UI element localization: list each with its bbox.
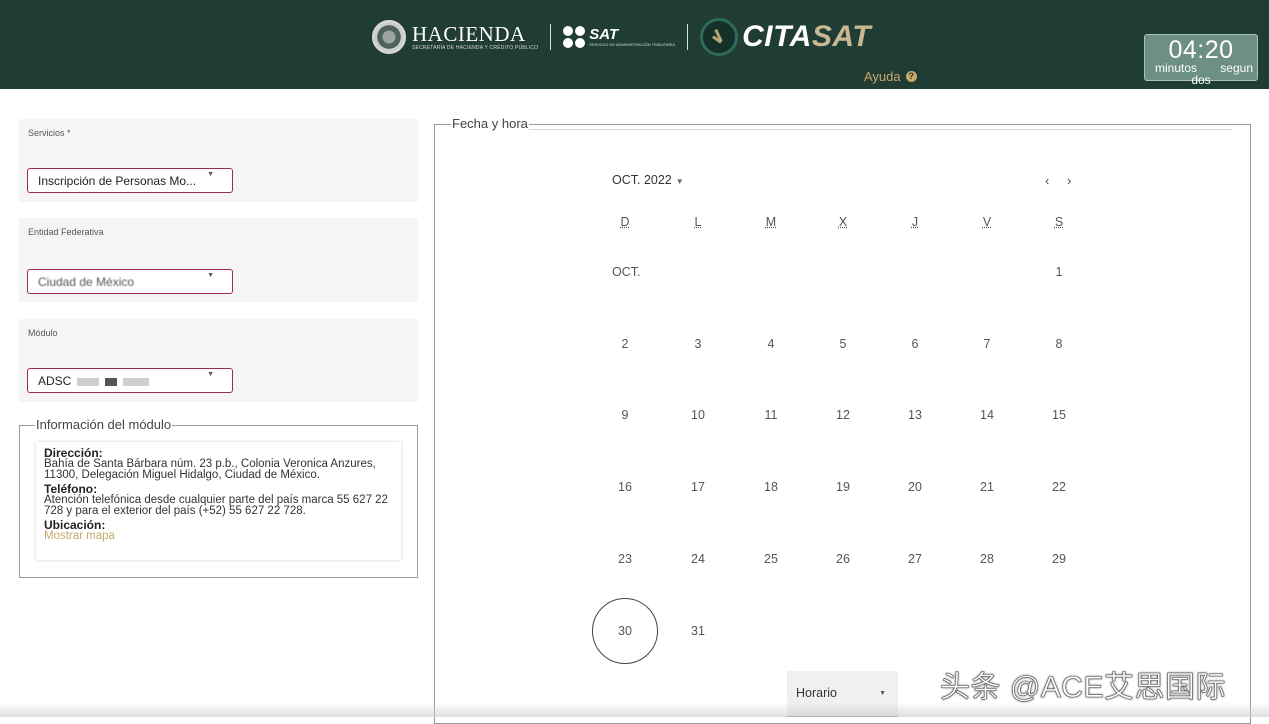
sat-logo: SAT SERVICIO DE ADMINISTRACIÓN TRIBUTARI… [589, 27, 675, 47]
calendar-day[interactable]: 26 [823, 552, 863, 566]
calendar-day[interactable]: 28 [967, 552, 1007, 566]
divider [452, 129, 1232, 130]
modulo-select[interactable]: ADSC ▼ [27, 368, 233, 393]
weekday-label: X [838, 215, 848, 229]
watermark-text: 头条 @ACE艾思国际 [940, 671, 1226, 705]
calendar-day[interactable]: 19 [823, 480, 863, 494]
calendar-day[interactable]: 7 [967, 337, 1007, 351]
calendar-day[interactable]: 18 [751, 480, 791, 494]
top-header: HACIENDA SECRETARÍA DE HACIENDA Y CRÉDIT… [0, 0, 1269, 89]
calendar-day[interactable]: 1 [1039, 265, 1079, 279]
timer-seconds-label: segun [1220, 61, 1253, 75]
calendar-day[interactable]: 13 [895, 408, 935, 422]
sat-subtitle: SERVICIO DE ADMINISTRACIÓN TRIBUTARIA [589, 42, 676, 47]
mexico-seal-logo [372, 20, 406, 54]
date-time-legend: Fecha y hora [451, 116, 529, 131]
help-link[interactable]: Ayuda ? [864, 69, 917, 84]
bottom-fade [0, 702, 1269, 717]
hacienda-title: HACIENDA [412, 22, 526, 46]
calendar-day[interactable]: 4 [751, 337, 791, 351]
calendar-day[interactable]: 15 [1039, 408, 1079, 422]
servicios-label: Servicios * [28, 128, 71, 138]
date-time-box [434, 124, 1251, 724]
phone-text: Atención telefónica desde cualquier part… [44, 494, 388, 517]
calendar-day[interactable]: 10 [678, 408, 718, 422]
sat-title: SAT [589, 26, 619, 43]
entidad-select[interactable]: Ciudad de México ▼ [27, 269, 233, 294]
entidad-label: Entidad Federativa [28, 227, 104, 237]
calendar-day[interactable]: 24 [678, 552, 718, 566]
next-month-button[interactable]: › [1067, 173, 1071, 188]
clock-logo-icon [700, 18, 739, 56]
modulo-label: Módulo [28, 328, 58, 338]
caret-down-icon: ▼ [207, 371, 214, 378]
redacted-text [123, 377, 150, 386]
month-row-label: OCT. [612, 265, 641, 279]
servicios-value: Inscripción de Personas Mo... [38, 174, 197, 188]
caret-down-icon: ▼ [675, 177, 684, 186]
show-map-link[interactable]: Mostrar mapa [44, 530, 393, 542]
hacienda-subtitle: SECRETARÍA DE HACIENDA Y CRÉDITO PÚBLICO [412, 45, 539, 51]
caret-down-icon: ▼ [207, 272, 214, 279]
module-info-card: Dirección: Bahía de Santa Bárbara núm. 2… [36, 442, 401, 560]
redacted-text [76, 377, 99, 386]
timer-seconds-label-cont: dos [1191, 73, 1211, 87]
prev-month-button[interactable]: ‹ [1045, 173, 1049, 188]
weekday-label: S [1054, 215, 1064, 229]
sat-logo-icon [563, 26, 586, 48]
caret-down-icon: ▼ [207, 171, 214, 178]
month-selector[interactable]: OCT. 2022 ▼ [612, 173, 684, 187]
hacienda-logo: HACIENDA SECRETARÍA DE HACIENDA Y CRÉDIT… [412, 23, 538, 51]
app-title-part1: CITA [742, 20, 812, 53]
calendar-day[interactable]: 11 [751, 408, 791, 422]
weekday-label: D [620, 215, 630, 229]
calendar-day[interactable]: 12 [823, 408, 863, 422]
calendar-day[interactable]: 25 [751, 552, 791, 566]
calendar-day[interactable]: 22 [1039, 480, 1079, 494]
weekday-label: M [765, 215, 777, 229]
calendar-day[interactable]: 14 [967, 408, 1007, 422]
weekday-label: J [911, 215, 919, 229]
calendar-day[interactable]: 5 [823, 337, 863, 351]
modulo-panel: Módulo ADSC ▼ [19, 319, 418, 402]
session-timer: 04:20 minutos segun dos [1144, 34, 1258, 86]
month-label: OCT. 2022 [612, 173, 672, 187]
calendar-day[interactable]: 31 [678, 624, 718, 638]
calendar-day[interactable]: 9 [605, 408, 645, 422]
servicios-panel: Servicios * Inscripción de Personas Mo..… [19, 119, 418, 202]
calendar-day[interactable]: 20 [895, 480, 935, 494]
caret-down-icon: ▼ [879, 690, 886, 697]
app-title: CITASAT [742, 20, 871, 54]
calendar-day[interactable]: 29 [1039, 552, 1079, 566]
logo-bar: HACIENDA SECRETARÍA DE HACIENDA Y CRÉDIT… [372, 14, 871, 60]
redacted-text [105, 377, 118, 386]
horario-label: Horario [796, 686, 837, 700]
calendar-day[interactable]: 6 [895, 337, 935, 351]
calendar-day[interactable]: 2 [605, 337, 645, 351]
entidad-panel: Entidad Federativa Ciudad de México ▼ [19, 218, 418, 302]
calendar-day[interactable]: 16 [605, 480, 645, 494]
servicios-select[interactable]: Inscripción de Personas Mo... ▼ [27, 168, 233, 193]
modulo-value: ADSC [38, 374, 72, 388]
calendar-day[interactable]: 21 [967, 480, 1007, 494]
entidad-value: Ciudad de México [38, 275, 135, 289]
calendar-day-selected[interactable]: 30 [592, 598, 658, 664]
module-info-legend: Información del módulo [35, 417, 173, 432]
weekday-label: L [694, 215, 702, 229]
question-circle-icon: ? [905, 71, 917, 82]
chevron-right-icon: › [1067, 173, 1072, 188]
help-label: Ayuda [864, 69, 901, 84]
calendar-day[interactable]: 27 [895, 552, 935, 566]
address-text: Bahía de Santa Bárbara núm. 23 p.b., Col… [44, 458, 376, 481]
app-title-part2: SAT [811, 20, 872, 53]
calendar-day[interactable]: 23 [605, 552, 645, 566]
logo-divider [687, 24, 689, 50]
calendar-day[interactable]: 17 [678, 480, 718, 494]
chevron-left-icon: ‹ [1045, 173, 1050, 188]
calendar-day[interactable]: 3 [678, 337, 718, 351]
logo-divider [550, 24, 552, 50]
calendar-day[interactable]: 8 [1039, 337, 1079, 351]
weekday-label: V [982, 215, 992, 229]
